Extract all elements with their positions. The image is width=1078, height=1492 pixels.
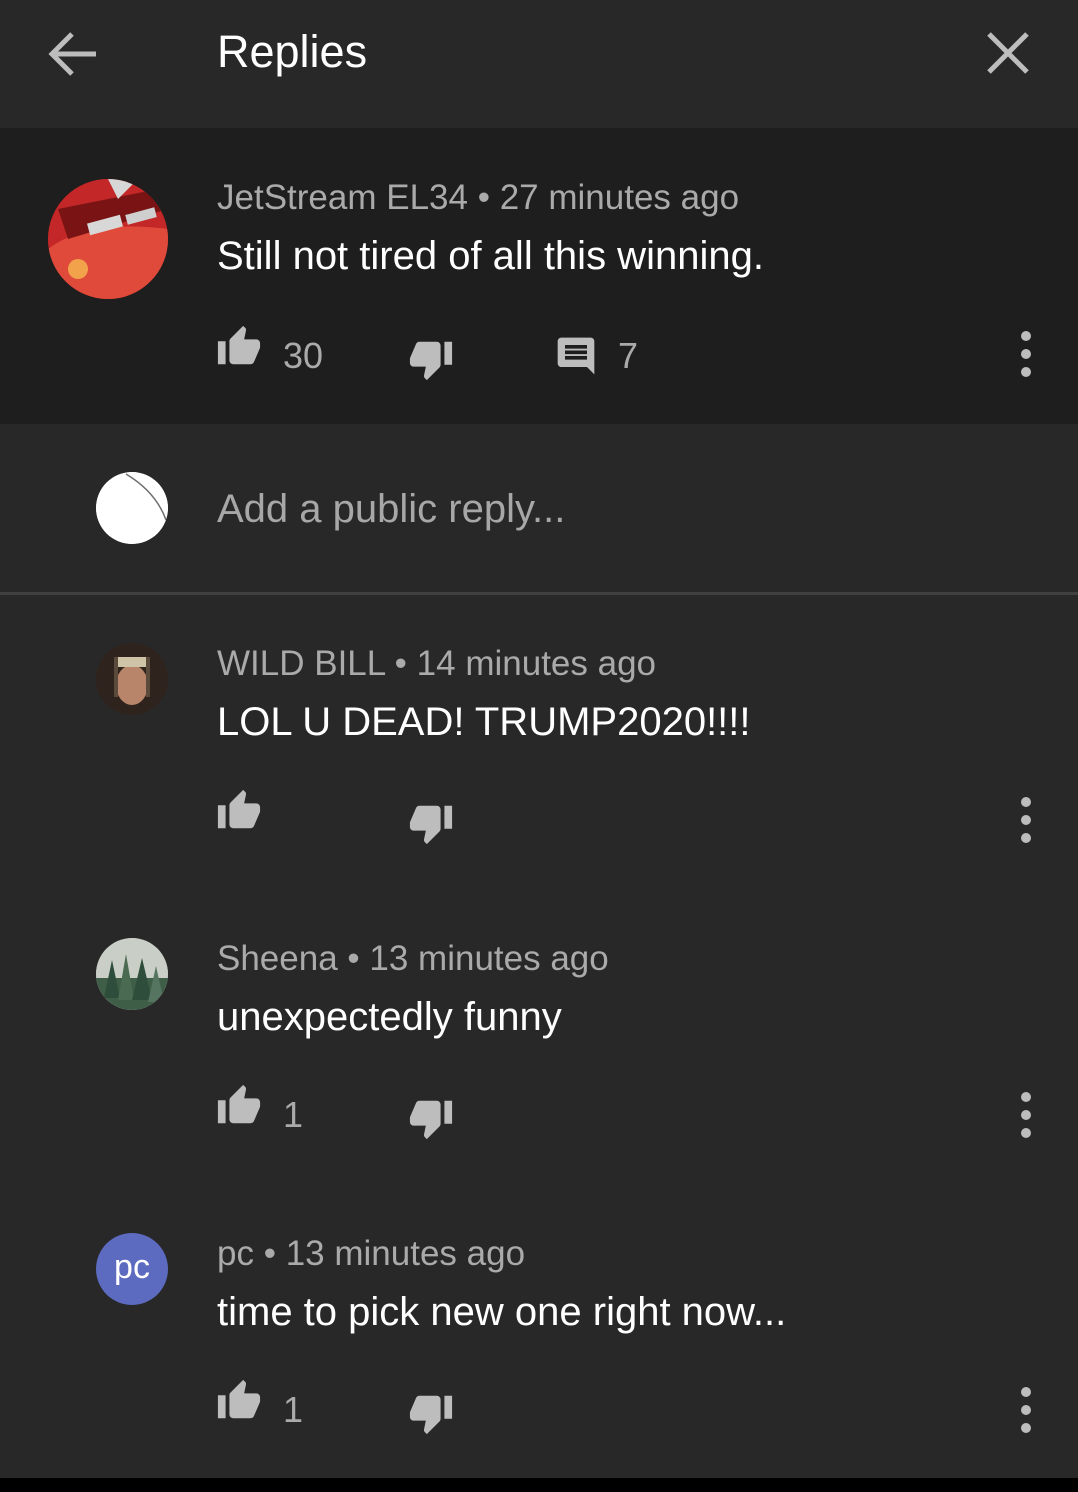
avatar <box>96 472 168 544</box>
avatar[interactable]: pc <box>96 1233 168 1305</box>
list-item: Sheena • 13 minutes ago unexpectedly fun… <box>0 891 1078 1181</box>
thumbs-up-icon[interactable] <box>216 1378 262 1424</box>
avatar[interactable] <box>48 179 168 299</box>
add-reply-box[interactable]: Add a public reply... <box>0 424 1078 594</box>
reply-count[interactable]: 7 <box>618 336 638 376</box>
comment-meta: Sheena • 13 minutes ago <box>217 937 609 981</box>
parent-comment: JetStream EL34 • 27 minutes ago Still no… <box>0 128 1078 424</box>
comment-meta: pc • 13 minutes ago <box>217 1232 525 1276</box>
thumbs-down-icon[interactable] <box>408 336 454 382</box>
comment-text: time to pick new one right now... <box>217 1290 787 1334</box>
comment-text: unexpectedly funny <box>217 995 562 1039</box>
avatar[interactable] <box>96 938 168 1010</box>
more-options-icon[interactable] <box>1018 330 1034 378</box>
comment-time: 13 minutes ago <box>285 1234 526 1273</box>
comment-time: 13 minutes ago <box>369 939 609 978</box>
avatar[interactable] <box>96 643 168 715</box>
comment-text: Still not tired of all this winning. <box>217 234 764 278</box>
comment-author[interactable]: JetStream EL34 <box>217 178 468 217</box>
user-avatar-image <box>96 472 168 544</box>
thumbs-down-icon[interactable] <box>408 1390 454 1436</box>
divider <box>0 592 1078 595</box>
comment-time: 14 minutes ago <box>416 644 656 683</box>
more-options-icon[interactable] <box>1018 796 1034 844</box>
close-icon[interactable] <box>984 29 1032 77</box>
like-count: 30 <box>283 335 324 376</box>
header-bar: Replies <box>0 0 1078 128</box>
more-options-icon[interactable] <box>1018 1091 1034 1139</box>
user-avatar-image <box>96 938 168 1010</box>
thumbs-up-icon[interactable] <box>216 324 262 370</box>
comment-time: 27 minutes ago <box>499 178 740 217</box>
comment-meta: JetStream EL34 • 27 minutes ago <box>217 176 739 220</box>
comment-author[interactable]: pc <box>217 1234 254 1273</box>
separator-dot: • <box>263 1234 276 1273</box>
separator-dot: • <box>394 644 407 683</box>
like-count: 1 <box>283 1389 304 1430</box>
thumbs-up-icon[interactable] <box>216 1083 262 1129</box>
avatar-initials: pc <box>114 1248 150 1286</box>
thumbs-down-icon[interactable] <box>408 1095 454 1141</box>
page-title: Replies <box>217 26 368 77</box>
comment-author[interactable]: WILD BILL <box>217 644 385 683</box>
more-options-icon[interactable] <box>1018 1386 1034 1434</box>
thumbs-down-icon[interactable] <box>408 800 454 846</box>
comment-author[interactable]: Sheena <box>217 939 338 978</box>
separator-dot: • <box>347 939 360 978</box>
comment-text: LOL U DEAD! TRUMP2020!!!! <box>217 700 751 744</box>
list-item: WILD BILL • 14 minutes ago LOL U DEAD! T… <box>0 596 1078 886</box>
reply-comment-icon[interactable] <box>554 334 598 378</box>
separator-dot: • <box>477 178 490 217</box>
bottom-edge <box>0 1478 1078 1492</box>
like-count: 1 <box>283 1094 304 1135</box>
arrow-left-icon[interactable] <box>44 28 100 80</box>
guitar-avatar-image <box>48 179 168 299</box>
thumbs-up-icon[interactable] <box>216 788 262 834</box>
user-avatar-image <box>96 643 168 715</box>
reply-input[interactable]: Add a public reply... <box>217 484 565 534</box>
comment-meta: WILD BILL • 14 minutes ago <box>217 642 656 686</box>
list-item: pc pc • 13 minutes ago time to pick new … <box>0 1186 1078 1476</box>
